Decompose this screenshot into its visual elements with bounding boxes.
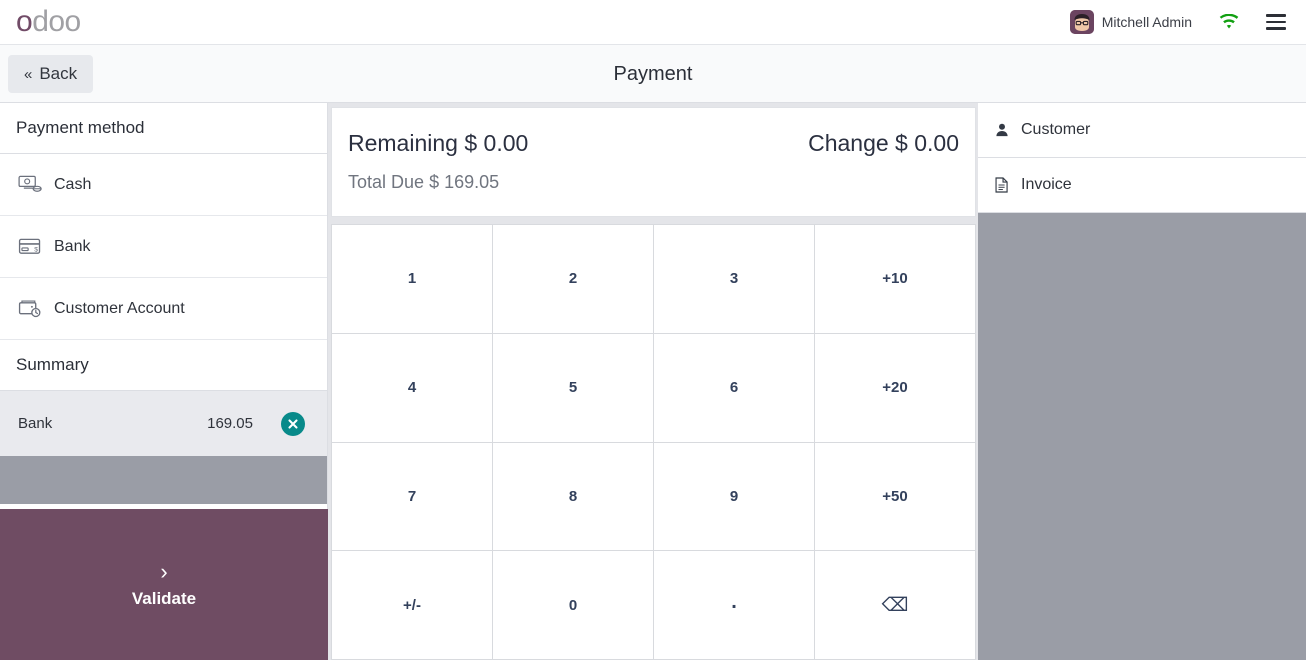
numpad-key-4[interactable]: 4 <box>332 333 492 442</box>
user-avatar[interactable] <box>1069 10 1094 34</box>
sub-header: Payment « Back <box>0 45 1306 103</box>
back-chevron-icon: « <box>24 65 33 83</box>
change-value: $ 0.00 <box>895 130 959 156</box>
numpad-key-plus50[interactable]: +50 <box>815 442 975 551</box>
username-label: Mitchell Admin <box>1101 14 1192 30</box>
payment-method-heading: Payment method <box>0 103 327 154</box>
top-bar: o doo Mitchell Admin <box>0 0 1306 45</box>
payment-method-customer-account[interactable]: Customer Account <box>0 278 327 340</box>
svg-text:$: $ <box>34 246 38 253</box>
pos-payment-screen: o doo Mitchell Admin Payment « Back Paym… <box>0 0 1306 660</box>
order-side-panel: Customer Invoice <box>978 103 1306 660</box>
numpad-key-9[interactable]: 9 <box>654 442 814 551</box>
invoice-button[interactable]: Invoice <box>978 158 1306 213</box>
back-button-label: Back <box>39 64 78 83</box>
remaining-amount: Remaining $ 0.00 <box>348 130 528 157</box>
change-label: Change <box>808 130 889 156</box>
chevron-right-icon: › <box>160 558 168 584</box>
summary-method-name: Bank <box>18 415 53 432</box>
numpad-key-3[interactable]: 3 <box>654 225 814 333</box>
change-amount: Change $ 0.00 <box>808 130 959 157</box>
credit-card-icon: $ <box>18 237 54 256</box>
back-button[interactable]: « Back <box>8 55 94 93</box>
left-panel-spacer <box>0 456 327 504</box>
totals-card: Remaining $ 0.00 Change $ 0.00 Total Due… <box>331 107 976 217</box>
summary-row-bank[interactable]: Bank 169.05 <box>0 391 327 456</box>
numpad-key-5[interactable]: 5 <box>493 333 653 442</box>
summary-amount: 169.05 <box>207 415 253 432</box>
numpad-key-0[interactable]: 0 <box>493 551 653 659</box>
wallet-clock-icon <box>18 299 54 318</box>
numpad-key-6[interactable]: 6 <box>654 333 814 442</box>
invoice-label: Invoice <box>1021 176 1072 193</box>
payment-method-bank[interactable]: $ Bank <box>0 216 327 278</box>
numpad-key-sign-toggle[interactable]: +/- <box>332 551 492 659</box>
total-due-label: Total Due <box>348 172 425 192</box>
numpad: 1 2 3 +10 4 5 6 +20 7 8 9 +50 +/- 0 . ⌫ <box>331 224 976 660</box>
cash-icon <box>18 175 54 194</box>
numpad-key-1[interactable]: 1 <box>332 225 492 333</box>
numpad-key-7[interactable]: 7 <box>332 442 492 551</box>
top-bar-right: Mitchell Admin <box>1069 10 1292 34</box>
numpad-key-2[interactable]: 2 <box>493 225 653 333</box>
numpad-key-plus20[interactable]: +20 <box>815 333 975 442</box>
numpad-key-decimal[interactable]: . <box>654 551 814 659</box>
numpad-key-plus10[interactable]: +10 <box>815 225 975 333</box>
validate-button[interactable]: › Validate <box>0 509 328 660</box>
numpad-key-8[interactable]: 8 <box>493 442 653 551</box>
remove-circle-icon[interactable] <box>281 411 305 436</box>
customer-label: Customer <box>1021 121 1091 138</box>
payment-method-label: Customer Account <box>54 299 185 317</box>
summary-heading: Summary <box>0 340 327 391</box>
file-icon <box>994 177 1010 193</box>
remaining-value: $ 0.00 <box>464 130 529 156</box>
customer-button[interactable]: Customer <box>978 103 1306 158</box>
payment-center-panel: Remaining $ 0.00 Change $ 0.00 Total Due… <box>328 103 978 660</box>
user-icon <box>994 123 1010 137</box>
logo-first-letter: o <box>16 5 33 38</box>
hamburger-menu-icon[interactable] <box>1266 14 1286 30</box>
payment-methods-panel: Payment method Cash $ Bank Customer Acco… <box>0 103 328 660</box>
total-due: Total Due $ 169.05 <box>348 172 499 193</box>
remaining-label: Remaining <box>348 130 458 156</box>
wifi-icon[interactable] <box>1218 11 1240 33</box>
payment-method-label: Bank <box>54 237 91 255</box>
total-due-value: $ 169.05 <box>429 172 500 192</box>
logo-rest: doo <box>32 5 81 38</box>
page-title: Payment <box>613 62 693 85</box>
main-area: Payment method Cash $ Bank Customer Acco… <box>0 103 1306 660</box>
odoo-logo[interactable]: o doo <box>16 5 81 39</box>
validate-button-label: Validate <box>131 588 197 608</box>
payment-method-cash[interactable]: Cash <box>0 154 327 216</box>
payment-method-label: Cash <box>54 175 92 193</box>
backspace-icon[interactable]: ⌫ <box>815 551 975 659</box>
